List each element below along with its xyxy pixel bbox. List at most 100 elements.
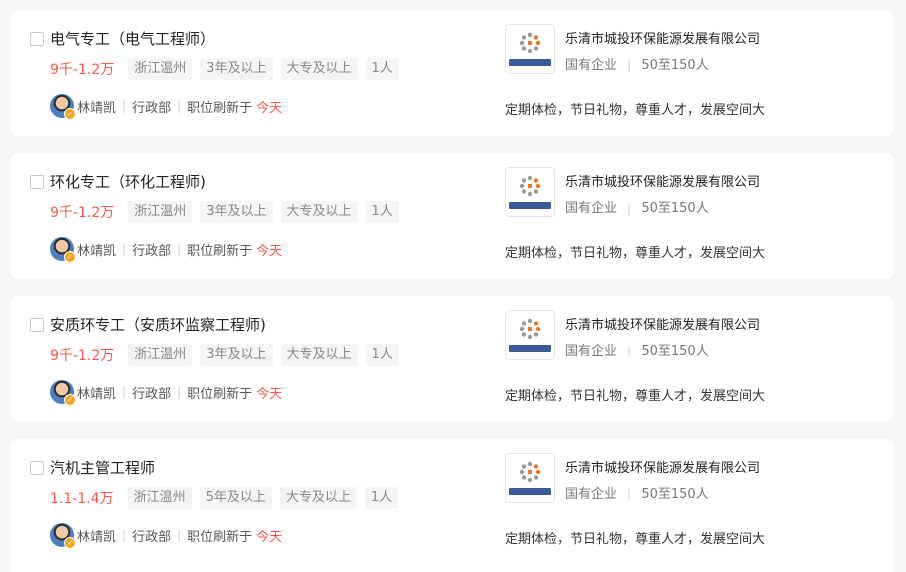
refresh-label: 职位刷新于 — [187, 100, 253, 116]
job-requirements: 1.1-1.4万 浙江温州 5年及以上 大专及以上 1人 — [50, 487, 406, 509]
location-tag: 浙江温州 — [127, 487, 192, 509]
company-logo-icon — [519, 318, 541, 340]
education-tag: 大专及以上 — [280, 344, 358, 366]
company-logo[interactable] — [505, 310, 555, 360]
divider: | — [177, 99, 182, 113]
department: 行政部 — [132, 243, 172, 259]
job-list: 电气专工（电气工程师） 9千-1.2万 浙江温州 3年及以上 大专及以上 1人 … — [0, 0, 906, 572]
job-title[interactable]: 安质环专工（安质环监察工程师) — [50, 314, 266, 335]
company-type: 国有企业 — [565, 201, 618, 216]
job-requirements: 9千-1.2万 浙江温州 3年及以上 大专及以上 1人 — [50, 58, 407, 80]
divider: | — [627, 58, 632, 72]
avatar[interactable]: ✓ — [50, 523, 76, 549]
job-title[interactable]: 环化专工（环化工程师) — [50, 171, 206, 192]
divider: | — [177, 528, 182, 542]
avatar[interactable]: ✓ — [50, 94, 76, 120]
refresh-label: 职位刷新于 — [187, 386, 253, 402]
company-benefits: 定期体检，节日礼物，尊重人才，发展空间大 — [505, 103, 766, 118]
company-type: 国有企业 — [565, 487, 618, 502]
avatar[interactable]: ✓ — [50, 380, 76, 406]
divider: | — [177, 385, 182, 399]
job-title[interactable]: 电气专工（电气工程师） — [50, 28, 215, 49]
company-logo[interactable] — [505, 167, 555, 217]
recruiter-name: 林靖凯 — [77, 529, 117, 545]
company-meta: 国有企业 | 50至150人 — [565, 340, 709, 359]
divider: | — [177, 242, 182, 256]
company-benefits: 定期体检，节日礼物，尊重人才，发展空间大 — [505, 389, 766, 404]
headcount-tag: 1人 — [364, 487, 399, 509]
logo-banner — [509, 202, 551, 209]
verified-badge-icon: ✓ — [64, 108, 76, 120]
recruiter-info: ✓ 林靖凯 | 行政部 | 职位刷新于 今天 — [50, 237, 282, 263]
job-title[interactable]: 汽机主管工程师 — [50, 457, 155, 478]
education-tag: 大专及以上 — [280, 201, 358, 223]
salary: 9千-1.2万 — [50, 62, 115, 78]
headcount-tag: 1人 — [365, 58, 399, 80]
company-logo[interactable] — [505, 24, 555, 74]
job-requirements: 9千-1.2万 浙江温州 3年及以上 大专及以上 1人 — [50, 201, 407, 223]
company-logo[interactable] — [505, 453, 555, 503]
refresh-time: 今天 — [256, 386, 283, 402]
company-name[interactable]: 乐清市城投环保能源发展有限公司 — [565, 28, 760, 47]
company-name[interactable]: 乐清市城投环保能源发展有限公司 — [565, 457, 760, 476]
verified-badge-icon: ✓ — [64, 251, 76, 263]
logo-banner — [509, 345, 551, 352]
job-card[interactable]: 电气专工（电气工程师） 9千-1.2万 浙江温州 3年及以上 大专及以上 1人 … — [10, 10, 894, 136]
company-meta: 国有企业 | 50至150人 — [565, 54, 709, 73]
divider: | — [122, 99, 127, 113]
company-size: 50至150人 — [641, 58, 709, 73]
experience-tag: 5年及以上 — [199, 487, 272, 509]
job-card[interactable]: 环化专工（环化工程师) 9千-1.2万 浙江温州 3年及以上 大专及以上 1人 … — [10, 153, 894, 279]
department: 行政部 — [132, 386, 172, 402]
education-tag: 大专及以上 — [279, 487, 357, 509]
headcount-tag: 1人 — [365, 201, 399, 223]
avatar[interactable]: ✓ — [50, 237, 76, 263]
recruiter-info: ✓ 林靖凯 | 行政部 | 职位刷新于 今天 — [50, 94, 283, 120]
divider: | — [122, 528, 127, 542]
recruiter-name: 林靖凯 — [77, 243, 117, 259]
location-tag: 浙江温州 — [128, 344, 193, 366]
checkbox-icon[interactable] — [30, 461, 44, 475]
refresh-label: 职位刷新于 — [187, 529, 253, 545]
salary: 1.1-1.4万 — [50, 491, 114, 507]
company-meta: 国有企业 | 50至150人 — [565, 197, 709, 216]
divider: | — [627, 487, 632, 501]
experience-tag: 3年及以上 — [200, 58, 273, 80]
headcount-tag: 1人 — [365, 344, 399, 366]
company-benefits: 定期体检，节日礼物，尊重人才，发展空间大 — [505, 246, 766, 261]
experience-tag: 3年及以上 — [200, 344, 273, 366]
company-logo-icon — [519, 32, 541, 54]
checkbox-icon[interactable] — [30, 175, 44, 189]
company-size: 50至150人 — [641, 487, 709, 502]
recruiter-info: ✓ 林靖凯 | 行政部 | 职位刷新于 今天 — [50, 523, 283, 549]
divider: | — [627, 344, 632, 358]
divider: | — [627, 201, 632, 215]
experience-tag: 3年及以上 — [200, 201, 273, 223]
company-logo-icon — [519, 461, 541, 483]
divider: | — [122, 242, 127, 256]
location-tag: 浙江温州 — [128, 58, 193, 80]
company-type: 国有企业 — [565, 344, 618, 359]
logo-banner — [509, 488, 551, 495]
company-logo-icon — [519, 175, 541, 197]
refresh-time: 今天 — [256, 529, 283, 545]
recruiter-info: ✓ 林靖凯 | 行政部 | 职位刷新于 今天 — [50, 380, 283, 406]
company-name[interactable]: 乐清市城投环保能源发展有限公司 — [565, 171, 760, 190]
job-card[interactable]: 安质环专工（安质环监察工程师) 9千-1.2万 浙江温州 3年及以上 大专及以上… — [10, 296, 894, 422]
company-type: 国有企业 — [565, 58, 618, 73]
checkbox-icon[interactable] — [30, 32, 44, 46]
department: 行政部 — [132, 529, 172, 545]
company-size: 50至150人 — [641, 344, 709, 359]
job-card[interactable]: 汽机主管工程师 1.1-1.4万 浙江温州 5年及以上 大专及以上 1人 ✓ 林… — [10, 439, 894, 572]
checkbox-icon[interactable] — [30, 318, 44, 332]
refresh-label: 职位刷新于 — [187, 243, 253, 259]
education-tag: 大专及以上 — [280, 58, 358, 80]
refresh-time: 今天 — [256, 100, 283, 116]
company-benefits: 定期体检，节日礼物，尊重人才，发展空间大 — [505, 532, 766, 547]
department: 行政部 — [132, 100, 172, 116]
job-requirements: 9千-1.2万 浙江温州 3年及以上 大专及以上 1人 — [50, 344, 407, 366]
company-name[interactable]: 乐清市城投环保能源发展有限公司 — [565, 314, 760, 333]
recruiter-name: 林靖凯 — [77, 386, 117, 402]
divider: | — [122, 385, 127, 399]
salary: 9千-1.2万 — [50, 348, 115, 364]
